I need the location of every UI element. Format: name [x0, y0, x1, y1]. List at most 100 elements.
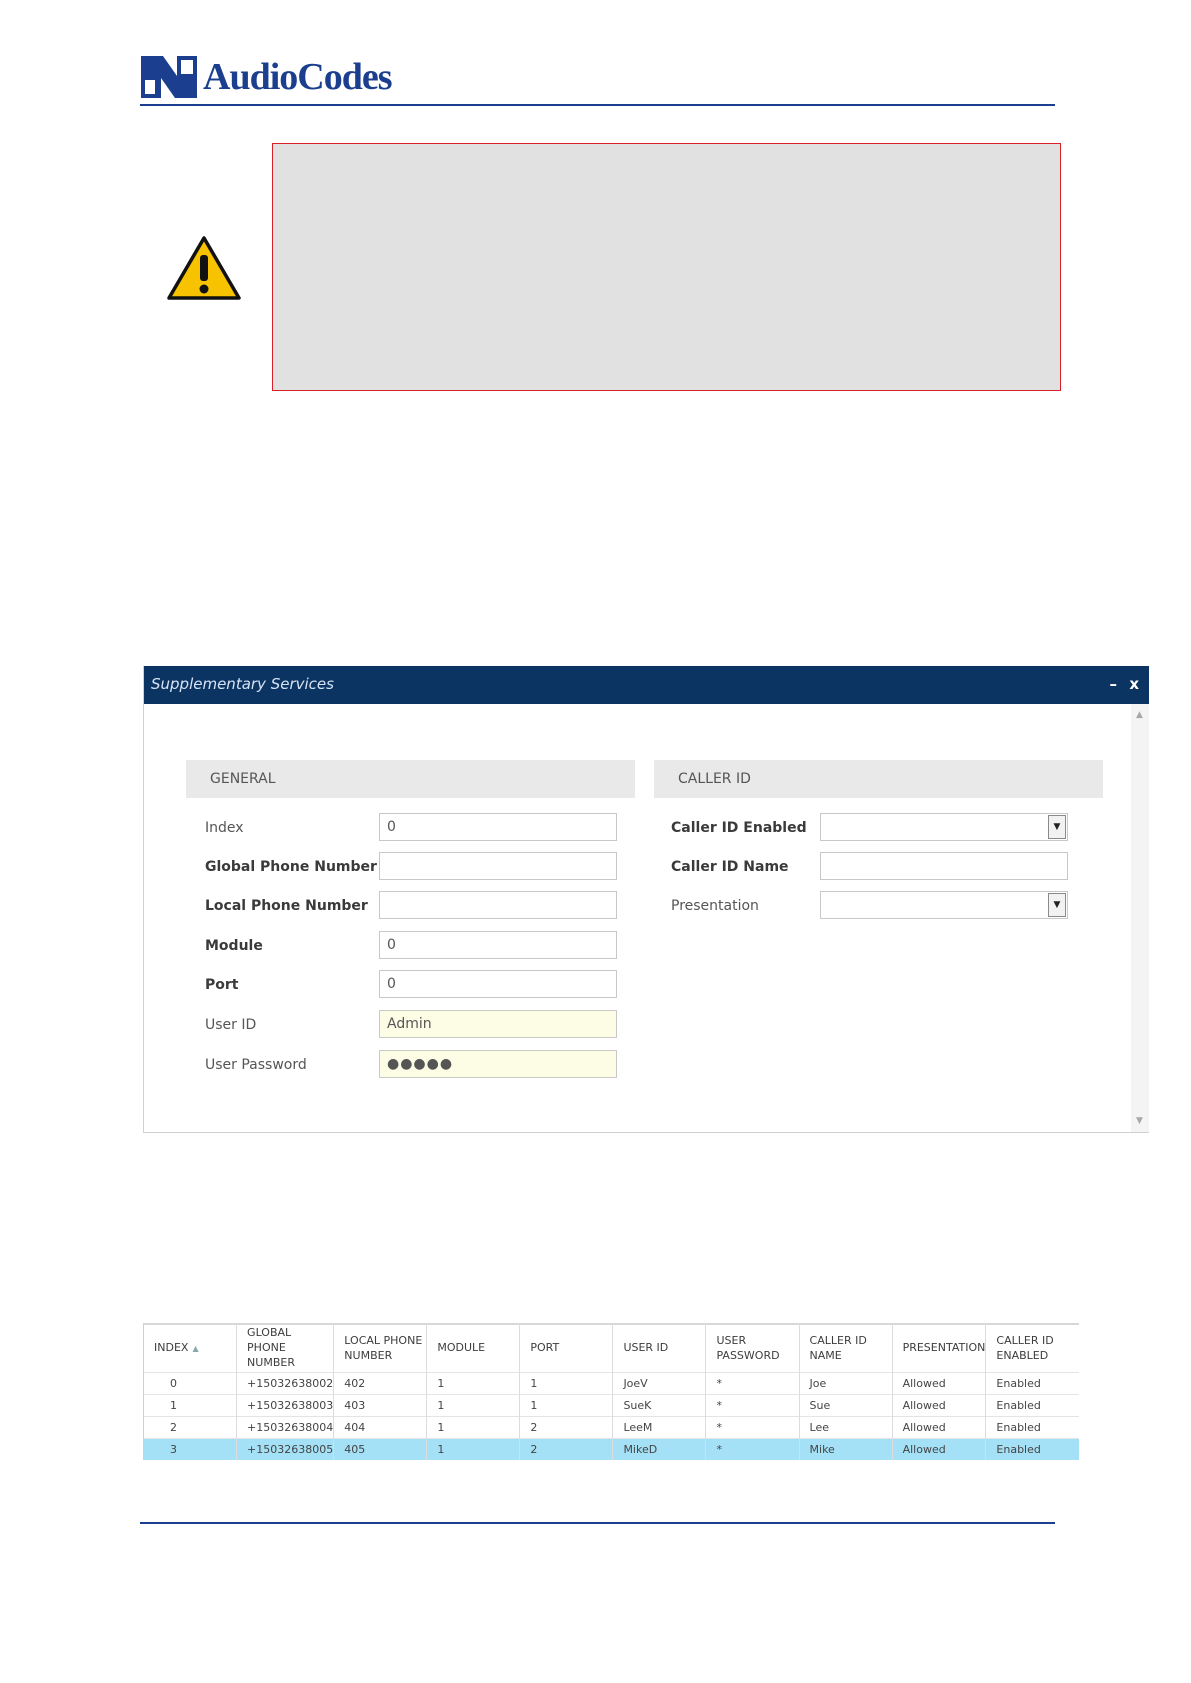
column-header[interactable]: USER ID [612, 1323, 706, 1373]
column-header-label: PORT [530, 1341, 560, 1354]
brand-name: AudioCodes [203, 56, 392, 98]
user-password-label: User Password [205, 1057, 307, 1073]
column-header[interactable]: CALLER ID NAME [798, 1323, 893, 1373]
column-header[interactable]: LOCAL PHONE NUMBER [333, 1323, 427, 1373]
local-phone-number-label: Local Phone Number [205, 898, 368, 914]
chevron-down-icon[interactable]: ▼ [1048, 893, 1066, 917]
caller-id-section-header: CALLER ID [654, 760, 1103, 798]
table-cell: +15032638005 [236, 1438, 334, 1460]
note-box [272, 143, 1061, 391]
table-cell: Enabled [985, 1416, 1079, 1439]
column-header[interactable]: PORT [519, 1323, 613, 1373]
warning-icon [167, 236, 241, 300]
table-cell: 1 [426, 1372, 520, 1395]
table-cell: * [705, 1394, 800, 1417]
table-header-row: INDEX ▲ GLOBAL PHONE NUMBER LOCAL PHONE NUM… [142, 1323, 1079, 1373]
table-cell: 403 [333, 1394, 427, 1417]
table-cell: Joe [798, 1372, 893, 1395]
column-header[interactable]: CALLER ID ENABLED [985, 1323, 1079, 1373]
audiocodes-logo-icon [141, 56, 197, 98]
table-cell: 402 [333, 1372, 427, 1395]
table-cell: Allowed [891, 1416, 986, 1439]
presentation-select[interactable]: ▼ [820, 891, 1068, 919]
close-button[interactable]: x [1129, 675, 1139, 693]
presentation-label: Presentation [671, 898, 759, 914]
user-id-field[interactable]: Admin [379, 1010, 617, 1038]
column-header-label: INDEX [154, 1340, 189, 1354]
column-header[interactable]: GLOBAL PHONE NUMBER [236, 1323, 334, 1373]
table-cell: Mike [798, 1438, 893, 1460]
table-cell: SueK [612, 1394, 706, 1417]
column-header-label: CALLER ID NAME [809, 1333, 867, 1362]
table-cell: 1 [519, 1372, 613, 1395]
module-field[interactable]: 0 [379, 931, 617, 959]
table-cell: 1 [426, 1394, 520, 1417]
header-rule [140, 104, 1055, 106]
table-row[interactable]: 3 +15032638005 405 1 2 MikeD * Mike Allowed Enabl… [142, 1438, 1079, 1460]
caller-id-enabled-select[interactable]: ▼ [820, 813, 1068, 841]
table-cell: 1 [426, 1416, 520, 1439]
global-phone-number-label: Global Phone Number [205, 859, 377, 875]
table-cell: JoeV [612, 1372, 706, 1395]
caller-id-enabled-label: Caller ID Enabled [671, 820, 807, 836]
footer-rule [140, 1522, 1055, 1524]
table-cell: 404 [333, 1416, 427, 1439]
table-cell: +15032638002 [236, 1372, 334, 1395]
column-header-label: LOCAL PHONE NUMBER [344, 1333, 423, 1362]
table-cell: Allowed [891, 1372, 986, 1395]
table-row[interactable]: 0 +15032638002 402 1 1 JoeV * Joe Allowed Enabled [142, 1372, 1079, 1395]
index-label: Index [205, 820, 244, 836]
table-cell: Enabled [985, 1372, 1079, 1395]
table-cell: 2 [519, 1438, 613, 1460]
table-cell: 2 [519, 1416, 613, 1439]
table-cell: Allowed [891, 1394, 986, 1417]
user-id-label: User ID [205, 1017, 257, 1033]
scroll-down-icon[interactable]: ▼ [1136, 1116, 1143, 1126]
column-header[interactable]: USER PASSWORD [705, 1323, 800, 1373]
local-phone-number-field[interactable] [379, 891, 617, 919]
column-header[interactable]: MODULE [426, 1323, 520, 1373]
table-cell: +15032638004 [236, 1416, 334, 1439]
table-cell: 0 [142, 1372, 237, 1395]
port-field[interactable]: 0 [379, 970, 617, 998]
supplementary-services-table: INDEX ▲ GLOBAL PHONE NUMBER LOCAL PHONE NUM… [142, 1323, 1079, 1460]
table-row[interactable]: 2 +15032638004 404 1 2 LeeM * Lee Allowed Enabled [142, 1416, 1079, 1439]
table-cell: 1 [519, 1394, 613, 1417]
table-cell: 3 [142, 1438, 237, 1460]
dialog-title: Supplementary Services [151, 675, 334, 693]
column-header-label: USER PASSWORD [716, 1333, 780, 1362]
table-cell: * [705, 1438, 800, 1460]
table-cell: 1 [142, 1394, 237, 1417]
user-password-field[interactable]: ●●●●● [379, 1050, 617, 1078]
supplementary-services-dialog: Supplementary Services – x ▲ ▼ GENERAL I… [143, 666, 1149, 1133]
table-cell: 2 [142, 1416, 237, 1439]
chevron-down-icon[interactable]: ▼ [1048, 815, 1066, 839]
table-cell: Allowed [891, 1438, 986, 1460]
table-cell: MikeD [612, 1438, 706, 1460]
table-cell: 1 [426, 1438, 520, 1460]
column-header-label: GLOBAL PHONE NUMBER [247, 1326, 295, 1369]
sort-ascending-icon[interactable]: ▲ [192, 1344, 198, 1353]
minimize-button[interactable]: – [1110, 675, 1118, 693]
table-cell: 405 [333, 1438, 427, 1460]
general-section-header: GENERAL [186, 760, 635, 798]
column-header-label: CALLER ID ENABLED [996, 1333, 1054, 1362]
scroll-up-icon[interactable]: ▲ [1136, 710, 1143, 720]
port-label: Port [205, 977, 239, 993]
table-cell: Lee [798, 1416, 893, 1439]
dialog-scrollbar[interactable]: ▲ ▼ [1131, 704, 1149, 1132]
column-header[interactable]: PRESENTATION [891, 1323, 986, 1373]
table-cell: * [705, 1416, 800, 1439]
audiocodes-logo: AudioCodes [141, 54, 392, 100]
index-field[interactable]: 0 [379, 813, 617, 841]
column-header-label: USER ID [623, 1341, 669, 1354]
global-phone-number-field[interactable] [379, 852, 617, 880]
caller-id-name-label: Caller ID Name [671, 859, 789, 875]
column-header[interactable]: INDEX ▲ [142, 1323, 237, 1373]
table-cell: LeeM [612, 1416, 706, 1439]
table-cell: Sue [798, 1394, 893, 1417]
table-row[interactable]: 1 +15032638003 403 1 1 SueK * Sue Allowed Enabled [142, 1394, 1079, 1417]
dialog-title-bar: Supplementary Services – x [144, 666, 1149, 704]
table-cell: +15032638003 [236, 1394, 334, 1417]
caller-id-name-field[interactable] [820, 852, 1068, 880]
